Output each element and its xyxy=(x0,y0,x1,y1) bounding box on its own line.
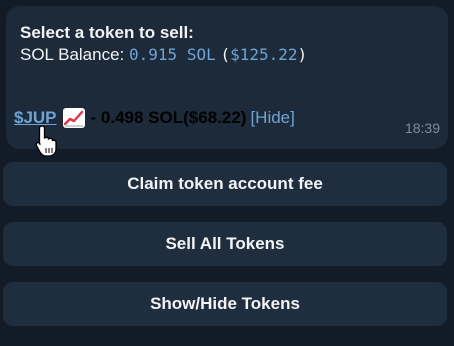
hide-token-link[interactable]: [Hide] xyxy=(250,108,294,128)
balance-usd-open: ( xyxy=(220,45,231,64)
message-title: Select a token to sell: xyxy=(20,23,194,42)
balance-label: SOL Balance: xyxy=(20,45,125,64)
balance-usd-close: ) xyxy=(297,45,308,64)
show-hide-tokens-button[interactable]: Show/Hide Tokens xyxy=(3,282,447,326)
chart-increasing-icon xyxy=(62,108,85,128)
hand-cursor-icon xyxy=(35,125,57,157)
token-amount: - 0.498 SOL($68.22) xyxy=(90,108,247,127)
balance-usd: $125.22 xyxy=(230,45,298,64)
balance-value: 0.915 SOL xyxy=(129,45,216,64)
sell-all-tokens-button[interactable]: Sell All Tokens xyxy=(3,222,447,266)
message-timestamp: 18:39 xyxy=(404,120,440,136)
balance-line: SOL Balance: 0.915 SOL ($125.22) xyxy=(20,44,434,66)
claim-token-account-fee-button[interactable]: Claim token account fee xyxy=(3,162,447,206)
